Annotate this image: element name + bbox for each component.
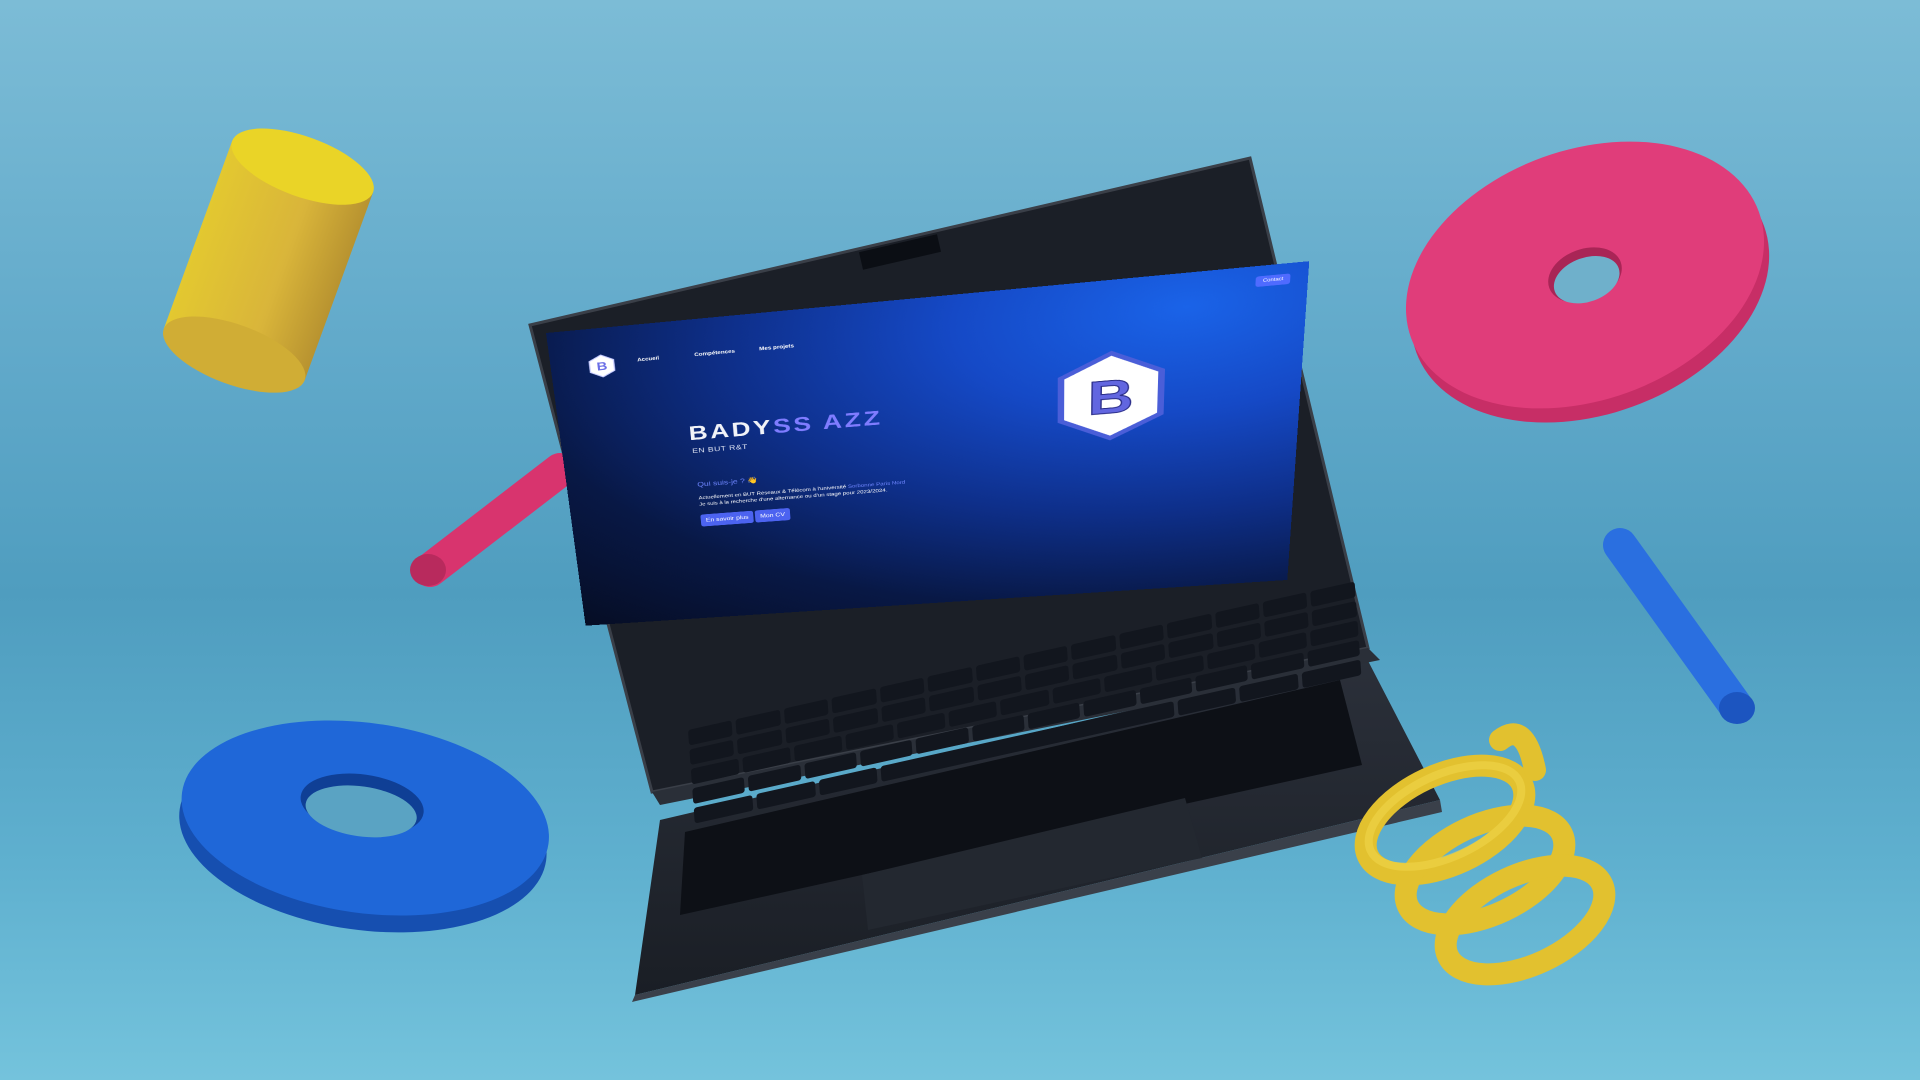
hero-name: BADYSS AZZ [688,407,883,446]
yellow-spring-shape [1354,723,1616,986]
nav-link-competences[interactable]: Compétences [694,349,735,358]
hero-name-part2: SS AZZ [772,406,884,438]
contact-button[interactable]: Contact [1255,273,1291,288]
university-link[interactable]: Sorbonne Paris Nord [848,480,906,489]
site-logo-icon[interactable]: B [588,353,617,379]
nav-link-accueil[interactable]: Accueil [637,356,659,363]
about-title: Qui suis-je ? 👋 [697,476,759,489]
cv-button[interactable]: Mon CV [754,507,791,523]
svg-text:B: B [596,359,608,373]
hero-logo-icon: B [1057,346,1166,445]
hero-subtitle: EN BUT R&T [691,443,749,456]
nav-link-projets[interactable]: Mes projets [759,344,794,352]
hero-name-part1: BADY [687,415,775,445]
svg-text:B: B [1088,369,1135,426]
learn-more-button[interactable]: En savoir plus [700,510,755,527]
